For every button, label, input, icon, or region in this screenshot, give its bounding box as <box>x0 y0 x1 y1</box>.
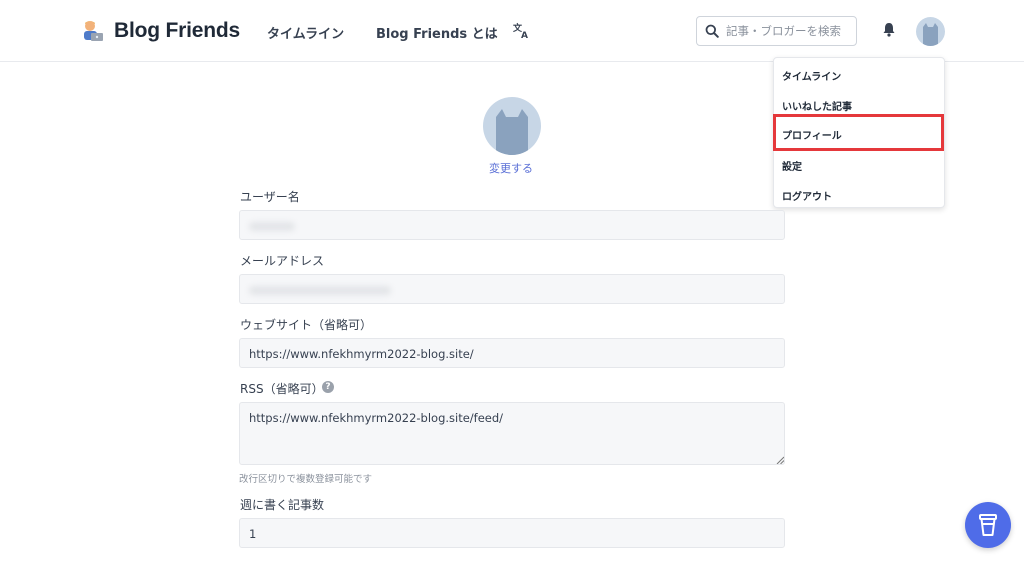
brand-name: Blog Friends <box>114 19 240 42</box>
user-avatar-button[interactable] <box>916 17 945 46</box>
avatar-cat-icon <box>496 109 528 155</box>
bell-icon[interactable] <box>882 22 896 37</box>
resize-grip-icon[interactable] <box>776 456 784 464</box>
rss-textarea[interactable]: https://www.nfekhmyrm2022-blog.site/feed… <box>239 402 785 465</box>
support-coffee-button[interactable] <box>965 502 1011 548</box>
website-field[interactable]: https://www.nfekhmyrm2022-blog.site/ <box>239 338 785 368</box>
avatar-cat-icon <box>923 23 938 46</box>
svg-text:A: A <box>521 31 528 39</box>
profile-highlight-box <box>773 114 944 151</box>
search-input[interactable] <box>726 24 854 38</box>
menu-item-timeline[interactable]: タイムライン <box>782 68 841 83</box>
logo-icon <box>84 21 103 41</box>
help-icon[interactable]: ? <box>322 381 334 393</box>
nav-about[interactable]: Blog Friends とは <box>376 23 498 42</box>
profile-avatar[interactable] <box>483 97 541 155</box>
rss-label: RSS（省略可） <box>240 382 324 396</box>
blurred-username <box>249 222 295 231</box>
menu-item-settings[interactable]: 設定 <box>782 158 802 173</box>
change-avatar-link[interactable]: 変更する <box>489 160 533 176</box>
email-field[interactable] <box>239 274 785 304</box>
top-header: Blog Friends タイムライン Blog Friends とは 文 A <box>0 0 1024 62</box>
blurred-email <box>249 286 391 295</box>
email-label: メールアドレス <box>240 254 325 268</box>
menu-item-logout[interactable]: ログアウト <box>782 188 832 203</box>
brand-logo[interactable]: Blog Friends <box>79 18 240 44</box>
coffee-cup-icon <box>979 514 997 536</box>
search-box[interactable] <box>696 16 857 46</box>
weekly-posts-field[interactable]: 1 <box>239 518 785 548</box>
rss-hint: 改行区切りで複数登録可能です <box>239 474 373 485</box>
website-label: ウェブサイト（省略可） <box>240 318 373 332</box>
nav-timeline[interactable]: タイムライン <box>267 23 344 42</box>
username-label: ユーザー名 <box>240 190 300 204</box>
translate-icon[interactable]: 文 A <box>513 21 531 39</box>
search-icon <box>705 24 719 38</box>
username-field[interactable] <box>239 210 785 240</box>
weekly-posts-label: 週に書く記事数 <box>240 498 325 512</box>
menu-item-liked-posts[interactable]: いいねした記事 <box>782 98 852 113</box>
